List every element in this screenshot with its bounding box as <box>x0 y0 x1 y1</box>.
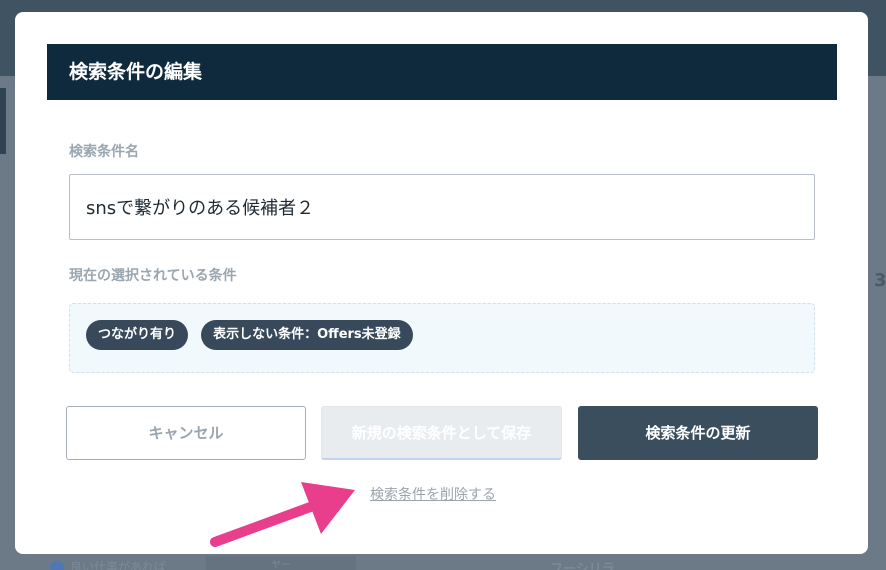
background-left-tab <box>0 88 6 154</box>
current-conditions-label: 現在の選択されている条件 <box>69 268 237 284</box>
save-as-new-button[interactable]: 新規の検索条件として保存 <box>321 406 562 460</box>
delete-search-link[interactable]: 検索条件を削除する <box>370 484 496 504</box>
cancel-button[interactable]: キャンセル <box>66 406 306 460</box>
search-name-label: 検索条件名 <box>69 144 139 160</box>
background-bottom-right: フーシリラ <box>550 562 615 570</box>
edit-search-modal: 検索条件の編集 検索条件名 現在の選択されている条件 つながり有り 表示しない条… <box>15 12 868 554</box>
current-conditions-box: つながり有り 表示しない条件：Offers未登録 <box>69 303 815 373</box>
modal-title: 検索条件の編集 <box>47 44 837 100</box>
condition-chip-connection: つながり有り <box>86 320 189 350</box>
condition-chip-exclude-offers: 表示しない条件：Offers未登録 <box>201 320 413 350</box>
background-bottom-left-text: 良い仕事があれば <box>70 560 167 570</box>
update-search-button[interactable]: 検索条件の更新 <box>578 406 818 460</box>
background-bottom-mid: ヤー <box>206 556 356 570</box>
background-bottom-left: 良い仕事があれば <box>50 558 166 570</box>
globe-icon <box>50 560 64 570</box>
search-name-input[interactable] <box>69 174 815 240</box>
background-right-glyph: 3 <box>874 270 886 291</box>
pointer-arrow-icon <box>210 482 355 547</box>
